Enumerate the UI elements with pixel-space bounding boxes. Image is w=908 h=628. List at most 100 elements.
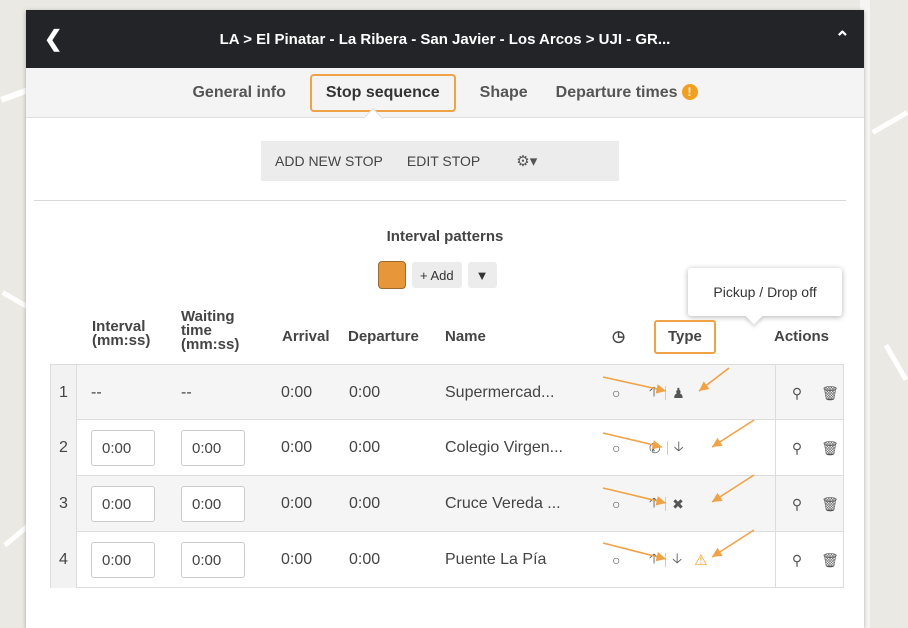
header-name: Name	[445, 328, 486, 345]
timepoint-radio[interactable]: ○	[612, 365, 620, 421]
departure-value: 0:00	[349, 551, 381, 568]
timepoint-radio[interactable]: ○	[612, 420, 620, 476]
radio-circle-icon[interactable]: ○	[612, 552, 620, 568]
table-row[interactable]: 3 0:00 0:00 0:00 0:00 Cruce Vereda ... ○…	[50, 476, 844, 532]
warning-badge-icon: !	[681, 83, 698, 100]
separator	[665, 386, 667, 400]
type-cell: 🡡 🡣 ⚠	[649, 532, 708, 588]
waiting-input-value[interactable]: 0:00	[181, 430, 245, 466]
trash-icon[interactable]: 🗑	[815, 420, 845, 476]
add-new-stop-button[interactable]: ADD NEW STOP	[261, 153, 395, 169]
waiting-value: --	[181, 384, 192, 401]
departure-value: 0:00	[349, 384, 381, 401]
map-road	[871, 110, 908, 135]
column-separator	[775, 420, 776, 475]
tab-departure-times[interactable]: Departure times!	[542, 76, 712, 110]
map-pin-icon[interactable]: ⚲	[781, 532, 813, 588]
departure-value: 0:00	[349, 439, 381, 456]
header-actions: Actions	[774, 328, 830, 345]
tab-label: General info	[192, 83, 286, 101]
add-interval-button[interactable]: + Add	[412, 262, 462, 288]
column-separator	[775, 476, 776, 531]
waiting-input[interactable]: 0:00	[181, 420, 245, 476]
row-index: 1	[51, 365, 77, 421]
table-row[interactable]: 4 0:00 0:00 0:00 0:00 Puente La Pía ○ 🡡 🡣…	[50, 532, 844, 588]
stop-name[interactable]: Puente La Pía	[445, 532, 546, 588]
arrival-value: 0:00	[281, 551, 313, 568]
filter-icon[interactable]: ▼	[467, 262, 497, 288]
map-road	[883, 343, 908, 382]
table-header: Interval (mm:ss) Waiting time (mm:ss) Ar…	[26, 306, 864, 364]
column-separator	[775, 365, 776, 419]
interval-input-value[interactable]: 0:00	[91, 430, 155, 466]
arrival-value: 0:00	[281, 384, 313, 401]
interval-value: --	[91, 384, 102, 401]
interval-input-value[interactable]: 0:00	[91, 486, 155, 522]
trash-icon[interactable]: 🗑	[815, 476, 845, 532]
header-departure: Departure	[348, 328, 419, 345]
type-cell: ✆ 🡣	[649, 420, 684, 476]
tab-general-info[interactable]: General info	[178, 76, 299, 110]
section-divider	[34, 200, 846, 201]
map-pin-icon[interactable]: ⚲	[781, 476, 813, 532]
radio-circle-icon[interactable]: ○	[612, 496, 620, 512]
stop-name[interactable]: Supermercad...	[445, 365, 554, 421]
panel-header: ❮ LA > El Pinatar - La Ribera - San Javi…	[26, 10, 864, 68]
arrow-down-icon[interactable]: 🡣	[672, 548, 682, 572]
arrival-value: 0:00	[281, 495, 313, 512]
waiting-input-value[interactable]: 0:00	[181, 486, 245, 522]
trash-icon[interactable]: 🗑	[815, 365, 845, 421]
tab-label: Departure times	[555, 83, 678, 101]
header-interval: Interval (mm:ss)	[92, 318, 151, 349]
radio-circle-icon[interactable]: ○	[612, 385, 620, 401]
interval-input-value[interactable]: 0:00	[91, 542, 155, 578]
interval-input[interactable]: 0:00	[91, 420, 155, 476]
chevron-up-icon[interactable]: ⌃	[835, 28, 850, 49]
arrow-up-icon[interactable]: 🡡	[649, 381, 659, 405]
row-index: 2	[51, 420, 77, 476]
timepoint-radio[interactable]: ○	[612, 476, 620, 532]
tab-shape[interactable]: Shape	[466, 76, 542, 110]
tab-stop-sequence[interactable]: Stop sequence	[309, 73, 456, 112]
table-row[interactable]: 2 0:00 0:00 0:00 0:00 Colegio Virgen... …	[50, 420, 844, 476]
map-pin-icon[interactable]: ⚲	[781, 420, 813, 476]
arrow-down-icon[interactable]: 🡣	[674, 436, 684, 460]
person-icon[interactable]: ♟	[672, 385, 685, 402]
interval-patterns-title: Interval patterns	[386, 228, 504, 245]
map-pin-icon[interactable]: ⚲	[781, 365, 813, 421]
clock-icon: ◷	[612, 328, 626, 345]
radio-circle-icon[interactable]: ○	[612, 440, 620, 456]
separator	[665, 553, 667, 567]
waiting-input[interactable]: 0:00	[181, 476, 245, 532]
separator	[666, 441, 668, 455]
waiting-input[interactable]: 0:00	[181, 532, 245, 588]
timepoint-radio[interactable]: ○	[612, 532, 620, 588]
phone-icon[interactable]: ✆	[649, 440, 661, 457]
chevron-left-icon[interactable]: ❮	[44, 26, 62, 52]
arrow-up-icon[interactable]: 🡡	[649, 548, 659, 572]
waiting-input-value[interactable]: 0:00	[181, 542, 245, 578]
separator	[665, 497, 667, 511]
interval-pattern-swatch[interactable]	[378, 261, 406, 289]
type-cell: 🡡 ♟	[649, 365, 685, 421]
interval-input[interactable]: 0:00	[91, 476, 155, 532]
cross-icon[interactable]: ✖	[672, 496, 684, 513]
stop-name[interactable]: Colegio Virgen...	[445, 420, 563, 476]
warning-triangle-icon: ⚠	[694, 552, 708, 569]
arrow-up-icon[interactable]: 🡡	[649, 492, 659, 516]
trash-icon[interactable]: 🗑	[815, 532, 845, 588]
gear-dropdown-icon[interactable]: ⚙▾	[516, 152, 537, 170]
table-row[interactable]: 1 -- -- 0:00 0:00 Supermercad... ○ 🡡 ♟ ⚲ …	[50, 364, 845, 421]
route-editor-panel: ❮ LA > El Pinatar - La Ribera - San Javi…	[26, 10, 864, 628]
arrival-value: 0:00	[281, 439, 313, 456]
departure-value: 0:00	[349, 495, 381, 512]
edit-stop-button[interactable]: EDIT STOP	[395, 153, 492, 169]
interval-input[interactable]: 0:00	[91, 532, 155, 588]
column-separator	[775, 532, 776, 587]
tab-label: Stop sequence	[325, 83, 440, 101]
type-cell: 🡡 ✖	[649, 476, 684, 532]
header-arrival: Arrival	[282, 328, 330, 345]
row-index: 3	[51, 476, 77, 532]
stop-name[interactable]: Cruce Vereda ...	[445, 476, 561, 532]
tab-label: Shape	[479, 83, 528, 101]
